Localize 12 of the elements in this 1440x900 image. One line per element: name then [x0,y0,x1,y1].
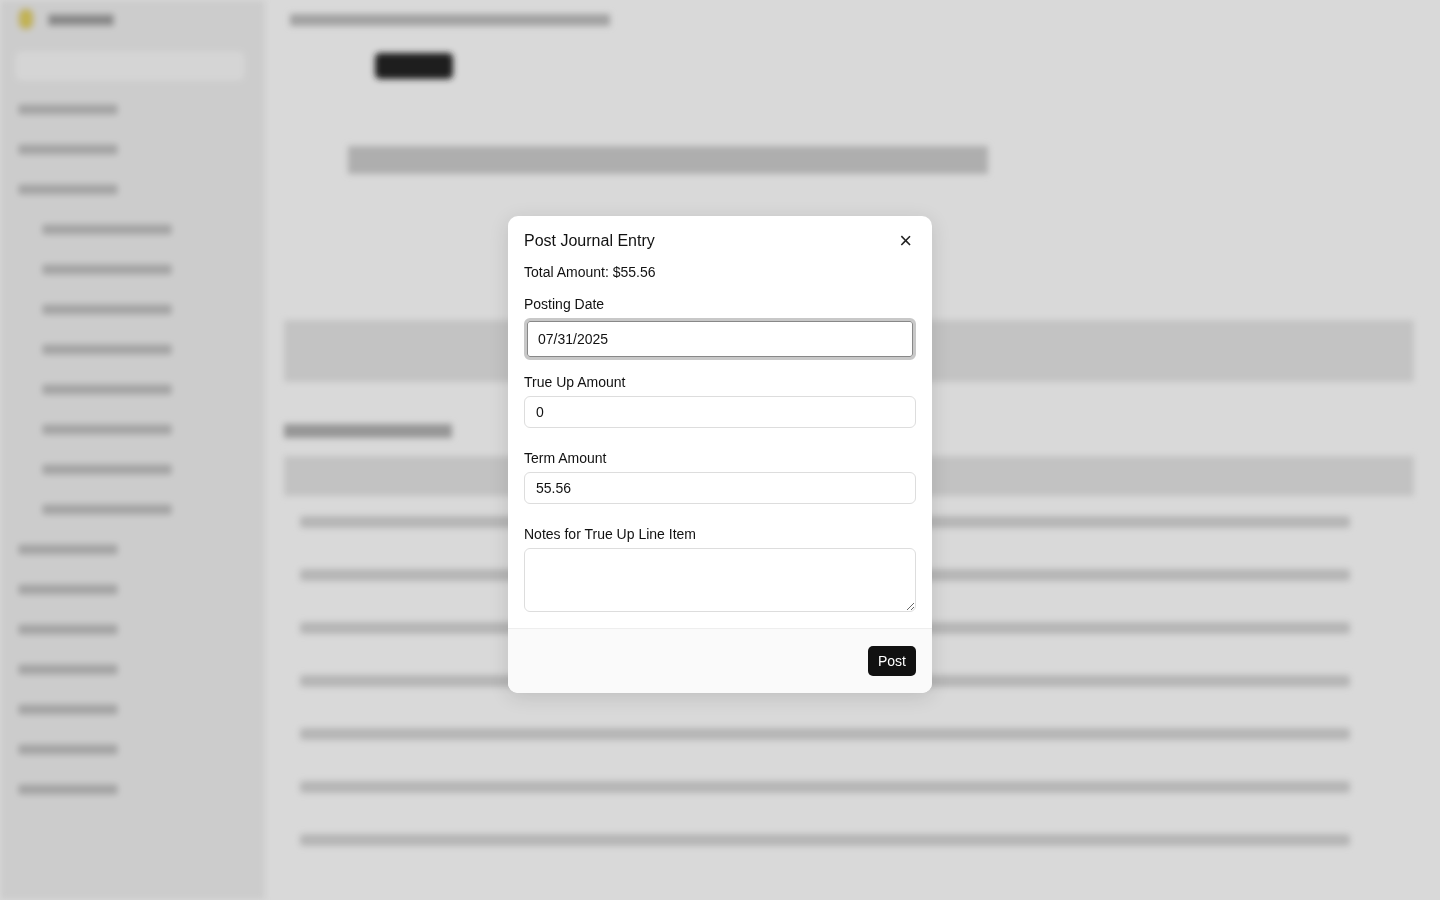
notes-field[interactable] [524,548,916,612]
field-label: Notes for True Up Line Item [524,526,697,542]
field-label: Term Amount [524,450,608,466]
input-field[interactable]: 07/31/2025 [524,318,916,360]
field-label: True Up Amount [524,374,627,390]
post-button[interactable]: Post [868,646,916,676]
input-field[interactable]: 0 [524,396,916,428]
field-label: Posting Date [524,296,606,312]
dialog-title: Post Journal Entry [524,232,655,250]
close-button[interactable]: × [895,232,916,250]
total-amount: Total Amount: $55.56 [524,264,657,280]
input-field[interactable]: 55.56 [524,472,916,504]
